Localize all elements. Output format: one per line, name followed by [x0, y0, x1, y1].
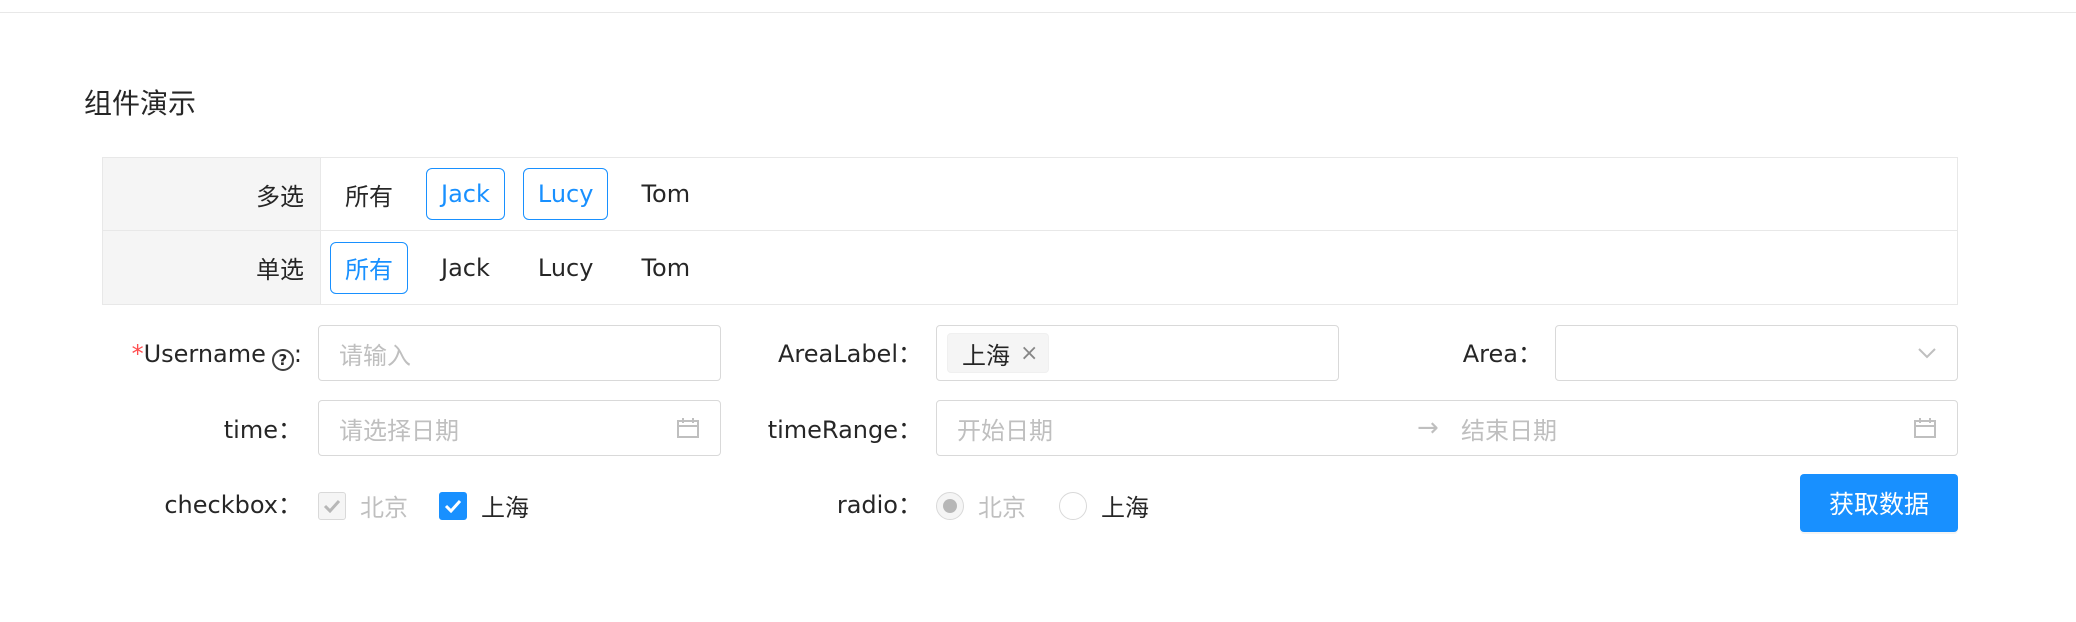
checkbox-shanghai-box[interactable] — [439, 491, 467, 520]
area-label-label-text: AreaLabel — [778, 340, 898, 368]
checkbox-shanghai[interactable]: 上海 — [439, 488, 529, 523]
time-colon: ： — [278, 416, 302, 444]
filter-row-multi: 多选 所有 Jack Lucy Tom — [103, 158, 1957, 231]
username-colon: : — [293, 340, 302, 368]
area-select[interactable] — [1555, 325, 1958, 381]
area-label: Area： — [1400, 338, 1542, 370]
single-option-all[interactable]: 所有 — [330, 241, 408, 294]
question-circle-icon[interactable]: ? — [271, 349, 294, 371]
time-range-label: timeRange： — [760, 414, 922, 446]
radio-beijing-dot — [943, 498, 957, 513]
radio-beijing-label: 北京 — [978, 494, 1026, 522]
checkbox-shanghai-label[interactable]: 上海 — [481, 488, 529, 523]
single-option-jack[interactable]: Jack — [426, 242, 505, 294]
calendar-icon — [676, 417, 700, 439]
checkbox-beijing-box — [318, 491, 346, 520]
checkbox-colon: ： — [278, 491, 302, 519]
time-date-picker[interactable]: 请选择日期 — [318, 400, 721, 456]
filter-options-single: 所有 Jack Lucy Tom — [321, 231, 723, 304]
area-label-text: Area — [1462, 340, 1518, 368]
area-label-selected-tag: 上海 × — [947, 333, 1050, 373]
radio-shanghai[interactable]: 上海 — [1059, 488, 1149, 523]
fetch-data-button[interactable]: 获取数据 — [1800, 474, 1958, 532]
chevron-down-icon — [1917, 347, 1937, 359]
radio-shanghai-label[interactable]: 上海 — [1101, 488, 1149, 523]
multi-option-all[interactable]: 所有 — [330, 168, 408, 220]
time-range-label-text: timeRange — [767, 416, 898, 444]
time-range-colon: ： — [898, 416, 922, 444]
filter-label-multi: 多选 — [103, 158, 321, 230]
radio-label: radio： — [760, 489, 922, 521]
radio-beijing-circle — [936, 491, 964, 520]
username-label-text: Username — [143, 340, 266, 368]
single-option-tom[interactable]: Tom — [626, 242, 705, 294]
time-range-picker[interactable]: 开始日期 → 结束日期 — [936, 400, 1958, 456]
checkbox-beijing: 北京 — [318, 488, 408, 523]
single-option-lucy[interactable]: Lucy — [523, 242, 609, 294]
area-colon: ： — [1518, 340, 1542, 368]
calendar-icon — [1913, 417, 1937, 439]
filter-row-single: 单选 所有 Jack Lucy Tom — [103, 231, 1957, 304]
time-label-text: time — [223, 416, 278, 444]
radio-beijing: 北京 — [936, 488, 1026, 523]
area-label-tag-text: 上海 — [962, 341, 1010, 370]
top-divider — [0, 12, 2076, 13]
filter-table: 多选 所有 Jack Lucy Tom 单选 所有 Jack Lucy Tom — [102, 157, 1958, 305]
username-input[interactable]: 请输入 — [318, 325, 721, 381]
area-label-colon: ： — [898, 340, 922, 368]
username-label: *Username?: — [120, 338, 302, 371]
time-label: time： — [120, 414, 302, 446]
close-icon[interactable]: × — [1020, 341, 1038, 366]
time-range-end-placeholder[interactable]: 结束日期 — [1461, 411, 1557, 446]
username-placeholder: 请输入 — [339, 341, 411, 370]
multi-option-lucy[interactable]: Lucy — [522, 168, 609, 220]
multi-option-jack[interactable]: Jack — [426, 168, 505, 220]
time-placeholder: 请选择日期 — [339, 416, 459, 445]
required-mark: * — [131, 340, 144, 368]
radio-label-text: radio — [836, 491, 898, 519]
radio-shanghai-circle[interactable] — [1059, 491, 1087, 520]
multi-option-tom[interactable]: Tom — [626, 168, 705, 220]
area-label-label: AreaLabel： — [760, 338, 922, 370]
radio-colon: ： — [898, 491, 922, 519]
checkbox-label: checkbox： — [120, 489, 302, 521]
range-arrow-icon: → — [1417, 413, 1439, 443]
area-label-select[interactable]: 上海 × — [936, 325, 1339, 381]
filter-label-single: 单选 — [103, 231, 321, 304]
checkbox-label-text: checkbox — [164, 491, 278, 519]
filter-options-multi: 所有 Jack Lucy Tom — [321, 158, 723, 230]
time-range-start-placeholder[interactable]: 开始日期 — [957, 411, 1053, 446]
checkbox-beijing-label: 北京 — [360, 494, 408, 522]
page-title: 组件演示 — [84, 87, 197, 120]
